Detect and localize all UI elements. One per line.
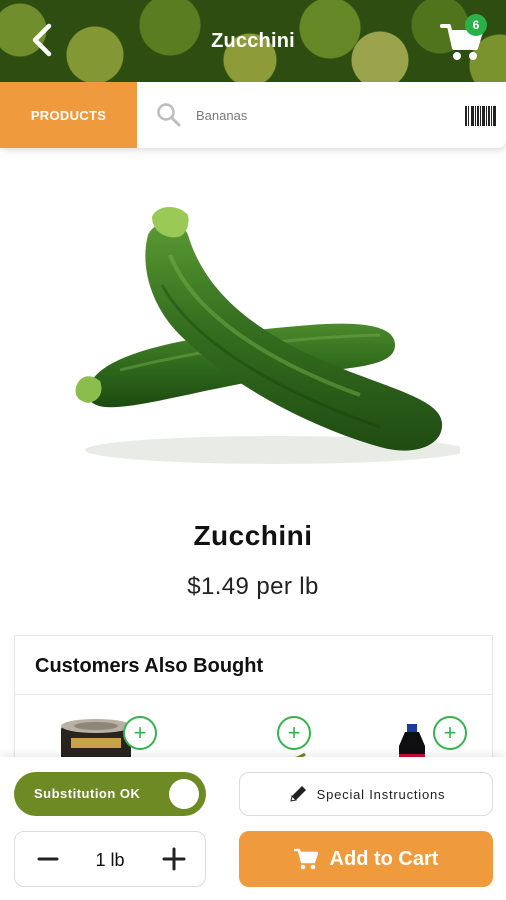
plus-icon[interactable] (159, 844, 189, 874)
product-detail-screen: Zucchini 6 PRODUCTS Bananas Zucchini $1.… (0, 0, 506, 900)
add-item-button[interactable]: + (123, 716, 157, 750)
bottom-action-bar: Substitution OK Special Instructions 1 l… (0, 757, 506, 900)
product-image (75, 206, 460, 464)
barcode-icon[interactable] (464, 104, 498, 128)
toggle-knob (169, 779, 199, 809)
cart-count-badge: 6 (465, 14, 487, 36)
quantity-value: 1 lb (95, 850, 125, 870)
search-icon (157, 103, 181, 127)
add-to-cart-label: Add to Cart (329, 847, 439, 870)
add-item-button[interactable]: + (433, 716, 467, 750)
header: Zucchini 6 (0, 0, 506, 82)
pencil-icon (289, 786, 306, 802)
also-bought-title: Customers Also Bought (35, 655, 264, 677)
product-name: Zucchini (193, 520, 313, 551)
add-item-button[interactable]: + (277, 716, 311, 750)
also-bought-section: Customers Also Bought + + + (14, 635, 493, 766)
cart-button[interactable]: 6 (440, 14, 490, 64)
search-input[interactable] (196, 100, 446, 130)
product-price: $1.49 per lb (187, 573, 319, 600)
special-instructions-button[interactable]: Special Instructions (239, 772, 493, 816)
products-category-button[interactable]: PRODUCTS (0, 82, 137, 148)
search-bar: PRODUCTS (0, 82, 506, 148)
divider (15, 694, 492, 695)
minus-icon[interactable] (33, 844, 63, 874)
special-instructions-label: Special Instructions (316, 786, 446, 802)
substitution-toggle[interactable]: Substitution OK (14, 772, 206, 816)
page-title: Zucchini (211, 30, 295, 52)
cart-icon (293, 848, 318, 870)
add-to-cart-button[interactable]: Add to Cart (239, 831, 493, 887)
substitution-label: Substitution OK (34, 786, 141, 801)
quantity-stepper: 1 lb (14, 831, 206, 887)
